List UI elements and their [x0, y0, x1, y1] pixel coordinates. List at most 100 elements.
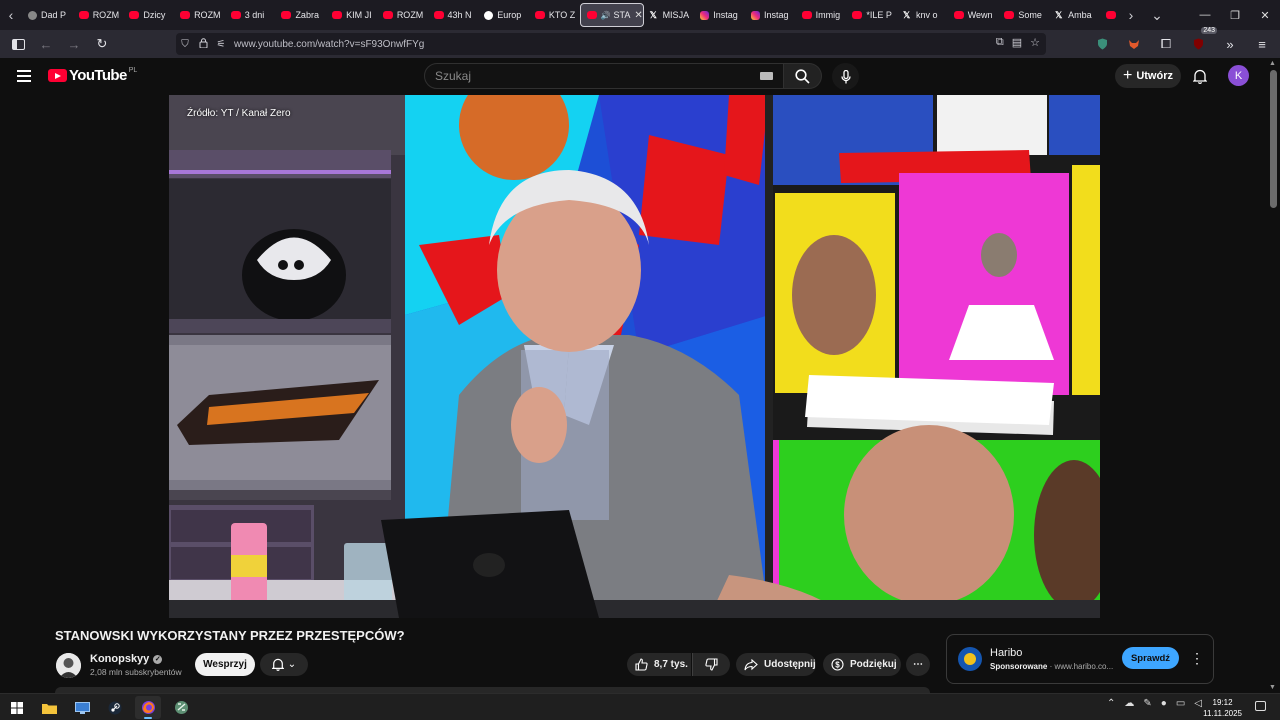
account-avatar[interactable]: K	[1228, 65, 1249, 86]
onedrive-cloud-icon[interactable]: ☁	[1124, 698, 1134, 709]
thumbs-up-icon	[635, 658, 648, 671]
ublock-icon[interactable]: 243	[1186, 27, 1217, 56]
tab-list-dropdown-icon[interactable]: ⌄	[1146, 4, 1168, 26]
browser-tab[interactable]: Dzicy	[123, 3, 174, 27]
browser-tab[interactable]: Dad P	[22, 3, 73, 27]
overflow-chevrons-icon[interactable]: »	[1218, 32, 1242, 56]
search-input[interactable]	[435, 69, 735, 83]
channel-name[interactable]: Konopskyy ✓	[90, 653, 163, 665]
vpn-shield-icon[interactable]	[1090, 32, 1114, 56]
app-menu-icon[interactable]: ≡	[1250, 32, 1274, 56]
video-source-label: Źródło: YT / Kanał Zero	[187, 108, 291, 119]
firefox-icon[interactable]	[135, 696, 161, 719]
more-actions-icon[interactable]: ⋯	[906, 653, 930, 676]
url-bar[interactable]: ⛉ ⚟ www.youtube.com/watch?v=sF93OnwfFYg …	[176, 33, 1046, 55]
back-arrow-icon[interactable]: ←	[34, 32, 58, 56]
tabs-scroll-left-icon[interactable]: ‹	[0, 4, 22, 26]
url-text[interactable]: www.youtube.com/watch?v=sF93OnwfFYg	[234, 39, 424, 50]
channel-name-text[interactable]: Konopskyy	[90, 653, 149, 665]
picture-in-picture-icon[interactable]: ⧉	[996, 36, 1004, 49]
browser-tab[interactable]: Instag	[745, 3, 796, 27]
tab-active[interactable]: 🔊 STA ✕	[579, 3, 644, 27]
notifications-button[interactable]	[1189, 65, 1211, 87]
site-permissions-icon[interactable]: ⚟	[212, 39, 230, 50]
browser-tab[interactable]: 𝕏 MISJA	[644, 3, 695, 27]
restore-icon[interactable]: ❐	[1220, 0, 1250, 30]
sidebar-toggle-icon[interactable]	[6, 32, 30, 56]
chevron-down-icon: ⌄	[287, 659, 297, 670]
browser-tab[interactable]: ROZM	[377, 3, 428, 27]
pen-icon[interactable]: ✎	[1143, 698, 1151, 709]
browser-tab[interactable]: Instag	[694, 3, 745, 27]
advertiser-name[interactable]: Haribo	[990, 647, 1022, 659]
browser-tab[interactable]: Europ	[478, 3, 529, 27]
sponsored-label: Sponsorowane	[990, 662, 1048, 671]
like-button[interactable]: 8,7 tys.	[627, 653, 691, 676]
keyboard-icon[interactable]	[760, 72, 773, 80]
tracking-shield-icon[interactable]: ⛉	[176, 39, 194, 50]
browser-tab[interactable]: 3 dni	[225, 3, 276, 27]
video-player[interactable]: Źródło: YT / Kanał Zero	[169, 95, 1100, 618]
browser-tab[interactable]: ROZM	[73, 3, 124, 27]
tabs-scroll-right-icon[interactable]: ›	[1120, 4, 1142, 26]
reload-icon[interactable]: ↻	[90, 32, 114, 56]
windows-start-icon[interactable]	[4, 696, 30, 719]
volume-icon[interactable]: ◁	[1194, 698, 1202, 709]
scroll-down-arrow-icon[interactable]: ▼	[1269, 684, 1276, 691]
browser-tab[interactable]: 43h N	[428, 3, 479, 27]
minimize-icon[interactable]: —	[1190, 0, 1220, 30]
youtube-logo[interactable]: YouTube PL	[48, 67, 137, 84]
network-icon[interactable]: ▭	[1176, 698, 1185, 709]
tab-label: MISJA	[662, 10, 690, 20]
create-button[interactable]: + Utwórz	[1115, 64, 1181, 88]
tab-audio-speaker-icon[interactable]: 🔊	[601, 11, 611, 20]
ad-options-icon[interactable]: ⋮	[1190, 649, 1204, 667]
browser-tab[interactable]: nasz	[1100, 3, 1120, 27]
tab-label: STA	[613, 10, 631, 20]
browser-tab[interactable]: Immig	[796, 3, 847, 27]
file-explorer-icon[interactable]	[36, 696, 62, 719]
tab-label: Amba	[1068, 10, 1092, 20]
thanks-button[interactable]: $ Podziękuj	[823, 653, 901, 676]
ad-cta-button[interactable]: Sprawdź	[1122, 647, 1179, 669]
scroll-up-arrow-icon[interactable]: ▲	[1269, 60, 1276, 67]
fox-extension-icon[interactable]	[1122, 32, 1146, 56]
browser-tab[interactable]: ROZM	[174, 3, 225, 27]
advertiser-logo[interactable]	[958, 647, 982, 671]
search-box[interactable]	[424, 63, 784, 89]
guide-menu-icon[interactable]	[14, 65, 36, 87]
voice-search-button[interactable]	[832, 63, 859, 90]
browser-tab[interactable]: Wewn	[948, 3, 999, 27]
taskbar-clock[interactable]: 19:12 11.11.2025	[1203, 697, 1242, 719]
sponsored-ad-card[interactable]: Haribo Sponsorowane · www.haribo.co... S…	[946, 634, 1214, 684]
share-button[interactable]: Udostępnij	[736, 653, 816, 676]
dislike-button[interactable]	[692, 653, 730, 676]
browser-tab[interactable]: KTO Z	[529, 3, 580, 27]
search-button[interactable]	[784, 63, 822, 89]
steam-icon[interactable]	[102, 696, 128, 719]
browser-tab[interactable]: Some	[998, 3, 1049, 27]
page-scrollbar[interactable]: ▲ ▼	[1268, 58, 1280, 693]
reader-view-icon[interactable]: ▤	[1012, 36, 1022, 49]
browser-tab[interactable]: Zabra	[275, 3, 326, 27]
sync-app-icon[interactable]	[168, 696, 194, 719]
channel-avatar[interactable]	[56, 653, 81, 678]
scrollbar-thumb[interactable]	[1270, 70, 1277, 208]
browser-tab[interactable]: 𝕏knv o	[897, 3, 948, 27]
subscription-notifications-button[interactable]: ⌄	[260, 653, 308, 676]
show-hidden-icons-chevron-icon[interactable]: ⌃	[1107, 698, 1115, 709]
tab-label: Immig	[815, 10, 841, 20]
browser-tab[interactable]: KIM JI	[326, 3, 377, 27]
remote-desktop-icon[interactable]	[69, 696, 95, 719]
microphone-tray-icon[interactable]: ●	[1161, 698, 1167, 709]
support-button[interactable]: Wesprzyj	[195, 653, 255, 676]
bookmark-star-icon[interactable]: ☆	[1030, 36, 1040, 49]
notification-center-icon[interactable]	[1255, 701, 1266, 711]
close-window-icon[interactable]: ✕	[1250, 0, 1280, 30]
browser-tab[interactable]: 𝕏 Amba	[1049, 3, 1100, 27]
lock-icon[interactable]	[194, 37, 212, 51]
extensions-puzzle-icon[interactable]: ⧠	[1154, 32, 1178, 56]
close-tab-icon[interactable]: ✕	[634, 10, 642, 21]
forward-arrow-icon[interactable]: →	[62, 32, 86, 56]
browser-tab[interactable]: *ILE P	[846, 3, 897, 27]
